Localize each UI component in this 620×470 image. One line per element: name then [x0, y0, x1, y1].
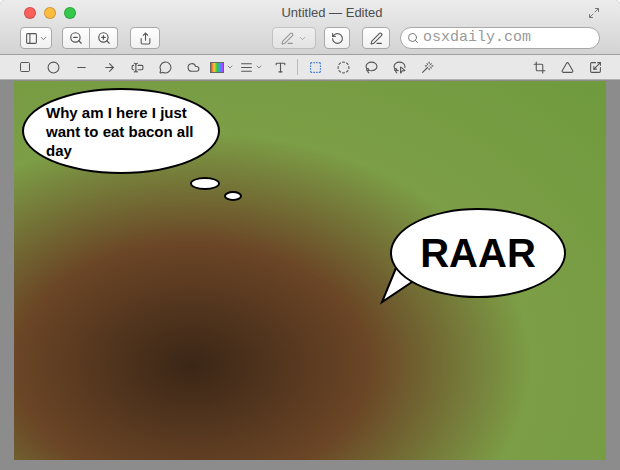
dropdown-icon: [226, 63, 234, 71]
markup-button[interactable]: [362, 27, 390, 49]
thought-dot: [190, 177, 220, 190]
markup-icon: [370, 32, 383, 45]
preview-window: Untitled — Edited osxdaily.com Why am I he…: [0, 0, 620, 470]
dropdown-icon: [298, 34, 307, 43]
thought-tool[interactable]: [182, 57, 204, 77]
speech-bubble-icon: [159, 61, 172, 74]
photo: Why am I here I just want to eat bacon a…: [14, 81, 606, 460]
arrow-icon: [103, 61, 116, 74]
rect-selection-icon: [309, 61, 322, 74]
oval-tool[interactable]: [42, 57, 64, 77]
thought-bubble[interactable]: Why am I here I just want to eat bacon a…: [22, 88, 220, 174]
instant-alpha-tool[interactable]: [416, 57, 438, 77]
zoom-out-icon: [69, 31, 83, 45]
font-tool[interactable]: [269, 57, 291, 77]
oval-selection-tool[interactable]: [332, 57, 354, 77]
highlight-button[interactable]: [272, 27, 316, 49]
font-icon: [274, 61, 287, 74]
toolbar: osxdaily.com: [20, 26, 600, 50]
share-button[interactable]: [130, 27, 160, 49]
line-style-button[interactable]: [240, 61, 263, 74]
edit-toolbar: [0, 55, 620, 80]
rotate-button[interactable]: [324, 27, 350, 49]
oval-selection-icon: [337, 61, 350, 74]
search-icon: [407, 32, 419, 44]
resize-tool[interactable]: [584, 57, 606, 77]
prism-icon: [561, 61, 574, 74]
zoom-out-button[interactable]: [62, 27, 90, 49]
line-icon: [75, 61, 88, 74]
line-tool[interactable]: [70, 57, 92, 77]
rect-selection-tool[interactable]: [304, 57, 326, 77]
smart-lasso-tool[interactable]: [388, 57, 410, 77]
rectangle-tool[interactable]: [14, 57, 36, 77]
sidebar-icon: [25, 32, 38, 45]
window-control-button[interactable]: [44, 7, 56, 19]
color-swatch-icon: [210, 62, 224, 73]
resize-icon: [589, 61, 602, 74]
window-control-button[interactable]: [24, 7, 36, 19]
lasso-icon: [365, 61, 378, 74]
text-tool[interactable]: [126, 57, 148, 77]
wand-icon: [421, 61, 434, 74]
fullscreen-icon[interactable]: [588, 7, 600, 19]
crop-tool[interactable]: [528, 57, 550, 77]
dropdown-icon: [39, 34, 48, 43]
zoom-in-icon: [97, 31, 111, 45]
thought-bubble-icon: [187, 61, 200, 74]
adjust-color-tool[interactable]: [556, 57, 578, 77]
window-control-button[interactable]: [64, 7, 76, 19]
lasso-tool[interactable]: [360, 57, 382, 77]
zoom-in-button[interactable]: [90, 27, 118, 49]
share-icon: [139, 32, 152, 45]
rectangle-icon: [19, 61, 31, 73]
highlight-icon: [281, 32, 294, 45]
text-box-icon: [131, 61, 144, 74]
crop-icon: [533, 61, 546, 74]
speech-bubble[interactable]: RAAR: [390, 208, 566, 298]
sidebar-button[interactable]: [20, 27, 52, 49]
search-field[interactable]: osxdaily.com: [400, 27, 600, 49]
smart-lasso-icon: [393, 61, 406, 74]
title-bar: Untitled — Edited osxdaily.com: [0, 0, 620, 55]
canvas-area: Why am I here I just want to eat bacon a…: [0, 80, 620, 470]
color-button[interactable]: [210, 62, 234, 73]
dropdown-icon: [255, 63, 263, 71]
thought-dot: [224, 191, 242, 201]
window-title: Untitled — Edited: [281, 3, 382, 23]
arrow-tool[interactable]: [98, 57, 120, 77]
oval-icon: [47, 61, 60, 74]
speech-tool[interactable]: [154, 57, 176, 77]
rotate-icon: [331, 32, 344, 45]
line-style-icon: [240, 61, 253, 74]
